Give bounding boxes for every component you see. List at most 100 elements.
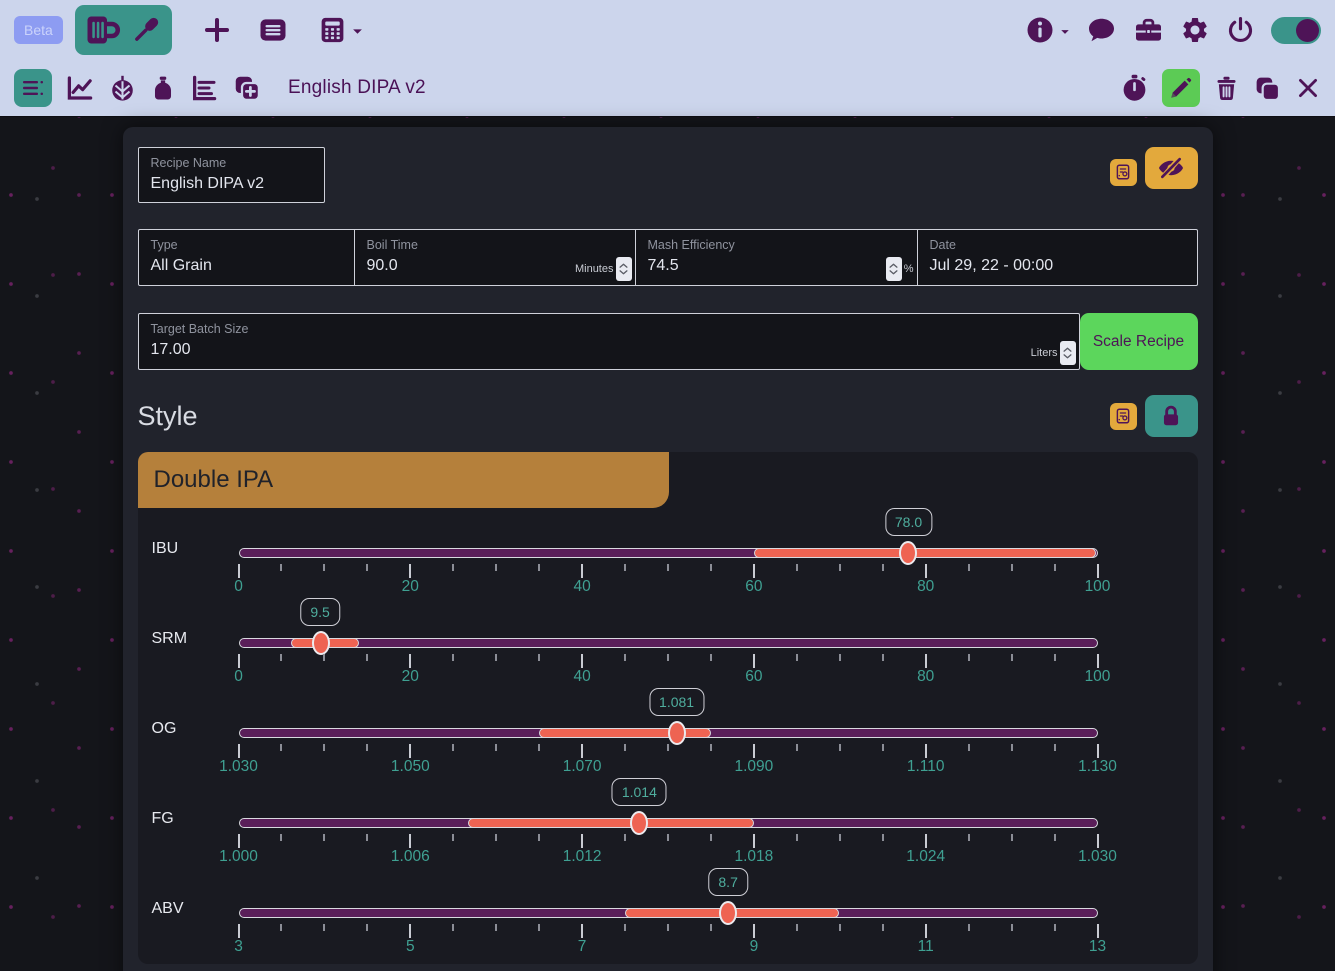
major-tick bbox=[753, 924, 755, 938]
minor-tick bbox=[323, 924, 325, 931]
slider-handle[interactable] bbox=[899, 541, 917, 565]
slider-label: SRM bbox=[152, 630, 188, 648]
major-tick bbox=[753, 834, 755, 848]
recipe-log-button[interactable] bbox=[1110, 159, 1137, 186]
number-spinner[interactable] bbox=[616, 257, 632, 281]
field-label: Date bbox=[930, 238, 1185, 252]
plus-icon bbox=[202, 15, 232, 45]
style-log-button[interactable] bbox=[1110, 403, 1137, 430]
slider-track[interactable] bbox=[239, 818, 1098, 828]
minor-tick bbox=[495, 924, 497, 931]
minor-tick bbox=[323, 834, 325, 841]
caret-down-icon bbox=[1060, 29, 1070, 35]
minor-tick bbox=[495, 564, 497, 571]
calculators-button[interactable] bbox=[318, 15, 363, 45]
tick-label: 7 bbox=[578, 938, 587, 956]
slider-label: OG bbox=[152, 720, 177, 738]
recipe-field[interactable]: Boil Time 90.0 Minutes bbox=[354, 230, 635, 285]
slider-track[interactable] bbox=[239, 908, 1098, 918]
style-name-header[interactable]: Double IPA bbox=[138, 452, 669, 508]
slider-track[interactable] bbox=[239, 728, 1098, 738]
list-icon bbox=[258, 15, 288, 45]
recipe-card: Recipe Name English DIPA v2 bbox=[123, 127, 1213, 971]
slider-tick-labels: 020406080100 bbox=[239, 578, 1098, 598]
slider-value-bubble: 9.5 bbox=[300, 598, 339, 626]
field-unit-label: % bbox=[904, 263, 914, 275]
slider-value: 1.081 bbox=[659, 694, 694, 710]
field-value: 17.00 bbox=[151, 341, 1067, 359]
minor-tick bbox=[624, 924, 626, 931]
minor-tick bbox=[366, 654, 368, 661]
major-tick bbox=[581, 564, 583, 578]
minor-tick bbox=[1011, 654, 1013, 661]
tab-hops[interactable] bbox=[108, 74, 137, 103]
tick-label: 1.030 bbox=[1078, 848, 1117, 866]
tab-fermentation-chart[interactable] bbox=[65, 73, 95, 103]
recipe-field[interactable]: Type All Grain bbox=[139, 230, 354, 285]
recipe-field[interactable]: Date Jul 29, 22 - 00:00 bbox=[917, 230, 1197, 285]
field-label: Target Batch Size bbox=[151, 322, 1067, 336]
major-tick bbox=[1097, 564, 1099, 578]
target-batch-size-field[interactable]: Target Batch Size 17.00 Liters bbox=[138, 313, 1080, 370]
tab-fermentables[interactable] bbox=[150, 74, 176, 103]
minor-tick bbox=[624, 654, 626, 661]
mash-paddle-icon bbox=[130, 13, 162, 47]
brewing-home-button[interactable] bbox=[75, 5, 172, 55]
recipe-list-button[interactable] bbox=[258, 15, 288, 45]
info-menu-button[interactable] bbox=[1025, 15, 1070, 45]
minor-tick bbox=[1011, 834, 1013, 841]
minor-tick bbox=[1054, 744, 1056, 751]
major-tick bbox=[238, 654, 240, 668]
slider-tick-labels: 020406080100 bbox=[239, 668, 1098, 688]
minor-tick bbox=[839, 834, 841, 841]
recipe-name-field[interactable]: Recipe Name English DIPA v2 bbox=[138, 147, 325, 203]
major-tick bbox=[753, 564, 755, 578]
close-icon bbox=[1295, 75, 1321, 101]
slider-ticks bbox=[239, 564, 1098, 578]
tick-label: 80 bbox=[917, 578, 934, 596]
edit-recipe-button[interactable] bbox=[1162, 69, 1200, 107]
slider-value-bubble: 8.7 bbox=[708, 868, 747, 896]
minor-tick bbox=[452, 924, 454, 931]
tab-stats[interactable] bbox=[189, 73, 219, 103]
minor-tick bbox=[452, 834, 454, 841]
copy-plus-icon bbox=[232, 73, 262, 103]
slider-handle[interactable] bbox=[668, 721, 686, 745]
hide-recipe-button[interactable] bbox=[1145, 147, 1198, 189]
minor-tick bbox=[280, 564, 282, 571]
theme-toggle-switch[interactable] bbox=[1271, 17, 1321, 44]
settings-button[interactable] bbox=[1180, 15, 1210, 45]
add-recipe-button[interactable] bbox=[202, 15, 232, 45]
slider-handle[interactable] bbox=[312, 631, 330, 655]
minor-tick bbox=[323, 654, 325, 661]
equipment-toolbox-button[interactable] bbox=[1133, 15, 1164, 45]
brew-timer-button[interactable] bbox=[1120, 73, 1149, 103]
minor-tick bbox=[968, 834, 970, 841]
number-spinner[interactable] bbox=[886, 257, 902, 281]
tick-label: 1.024 bbox=[906, 848, 945, 866]
slider-ticks bbox=[239, 744, 1098, 758]
minor-tick bbox=[839, 654, 841, 661]
close-recipe-button[interactable] bbox=[1295, 75, 1321, 101]
slider-track[interactable] bbox=[239, 638, 1098, 648]
logout-button[interactable] bbox=[1226, 15, 1255, 45]
feedback-chat-button[interactable] bbox=[1086, 15, 1117, 45]
delete-recipe-button[interactable] bbox=[1213, 74, 1240, 103]
number-spinner[interactable] bbox=[1060, 341, 1076, 365]
tab-add-to-batch[interactable] bbox=[232, 73, 262, 103]
slider-handle[interactable] bbox=[630, 811, 648, 835]
minor-tick bbox=[1054, 654, 1056, 661]
scale-recipe-button[interactable]: Scale Recipe bbox=[1080, 313, 1198, 370]
tab-recipe-overview[interactable] bbox=[14, 69, 52, 107]
style-lock-button[interactable] bbox=[1145, 395, 1198, 437]
slider-value: 9.5 bbox=[310, 604, 329, 620]
duplicate-recipe-button[interactable] bbox=[1253, 74, 1282, 103]
slider-handle[interactable] bbox=[719, 901, 737, 925]
tick-label: 1.030 bbox=[219, 758, 258, 776]
minor-tick bbox=[452, 564, 454, 571]
slider-label: ABV bbox=[152, 900, 184, 918]
major-tick bbox=[409, 744, 411, 758]
minor-tick bbox=[882, 744, 884, 751]
slider-track[interactable] bbox=[239, 548, 1098, 558]
recipe-field[interactable]: Mash Efficiency 74.5 % bbox=[635, 230, 917, 285]
